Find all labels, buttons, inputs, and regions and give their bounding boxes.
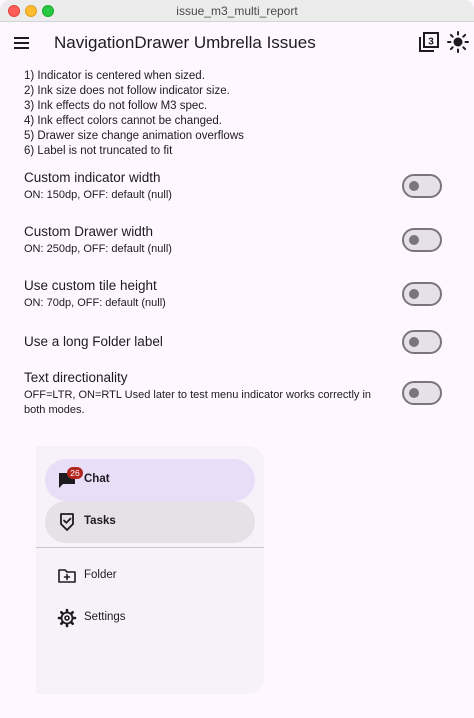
brightness-icon: [447, 31, 469, 53]
issue-item: 2) Ink size does not follow indicator si…: [24, 85, 230, 97]
app-window: issue_m3_multi_report NavigationDrawer U…: [0, 0, 474, 718]
switch-thumb: [409, 337, 419, 347]
filter-3-number: 3: [428, 37, 434, 48]
drawer-item-folder[interactable]: Folder: [45, 555, 255, 597]
custom-drawer-width-switch[interactable]: [402, 228, 442, 252]
drawer-divider: [36, 547, 264, 548]
drawer-item-chat[interactable]: 26 Chat: [45, 459, 255, 501]
filter-3-icon: 3: [419, 32, 439, 52]
issue-list: 1) Indicator is centered when sized. 2) …: [24, 69, 244, 159]
issue-item: 5) Drawer size change animation overflow…: [24, 130, 244, 142]
gear-icon: [57, 608, 77, 628]
drawer-item-settings[interactable]: Settings: [45, 597, 255, 639]
setting-description: OFF=LTR, ON=RTL Used later to test menu …: [24, 389, 372, 416]
window-title: issue_m3_multi_report: [176, 4, 298, 18]
drawer-item-label: Settings: [84, 611, 126, 623]
drawer-item-tasks[interactable]: Tasks: [45, 501, 255, 543]
app-bar-title: NavigationDrawer Umbrella Issues: [54, 33, 316, 52]
drawer-item-label: Folder: [84, 569, 117, 581]
theme-toggle-button[interactable]: [446, 30, 470, 54]
issue-item: 4) Ink effect colors cannot be changed.: [24, 115, 222, 127]
setting-label: Custom indicator width: [24, 170, 161, 185]
switch-thumb: [409, 235, 419, 245]
text-directionality-switch[interactable]: [402, 381, 442, 405]
navigation-drawer: 26 Chat Tasks Folder Settings: [36, 446, 264, 694]
window-titlebar: issue_m3_multi_report: [0, 0, 474, 22]
long-folder-label-switch[interactable]: [402, 330, 442, 354]
setting-custom-indicator-width: Custom indicator width ON: 150dp, OFF: d…: [24, 170, 454, 203]
issue-item: 3) Ink effects do not follow M3 spec.: [24, 100, 208, 112]
custom-tile-height-switch[interactable]: [402, 282, 442, 306]
top-app-bar: NavigationDrawer Umbrella Issues 3: [0, 22, 474, 64]
issue-item: 6) Label is not truncated to fit: [24, 145, 173, 157]
setting-description: ON: 150dp, OFF: default (null): [24, 189, 172, 201]
issue-item: 1) Indicator is centered when sized.: [24, 70, 205, 82]
switch-thumb: [409, 181, 419, 191]
filter-3-button[interactable]: 3: [418, 31, 440, 53]
setting-long-folder-label: Use a long Folder label: [24, 334, 454, 349]
unread-count-badge: 26: [67, 467, 83, 479]
setting-label: Text directionality: [24, 370, 128, 385]
switch-thumb: [409, 289, 419, 299]
drawer-item-label: Tasks: [84, 515, 116, 527]
setting-label: Use custom tile height: [24, 278, 157, 293]
setting-custom-tile-height: Use custom tile height ON: 70dp, OFF: de…: [24, 278, 454, 311]
setting-label: Use a long Folder label: [24, 334, 163, 349]
custom-indicator-width-switch[interactable]: [402, 174, 442, 198]
setting-label: Custom Drawer width: [24, 224, 154, 239]
setting-custom-drawer-width: Custom Drawer width ON: 250dp, OFF: defa…: [24, 224, 454, 257]
setting-text-directionality: Text directionality OFF=LTR, ON=RTL Used…: [24, 370, 454, 418]
menu-button[interactable]: [10, 31, 34, 55]
menu-icon: [14, 37, 29, 39]
task-check-icon: [60, 513, 74, 531]
drawer-item-label: Chat: [84, 473, 110, 485]
switch-thumb: [409, 388, 419, 398]
setting-description: ON: 250dp, OFF: default (null): [24, 243, 172, 255]
folder-add-icon: [58, 569, 76, 583]
setting-description: ON: 70dp, OFF: default (null): [24, 297, 166, 309]
